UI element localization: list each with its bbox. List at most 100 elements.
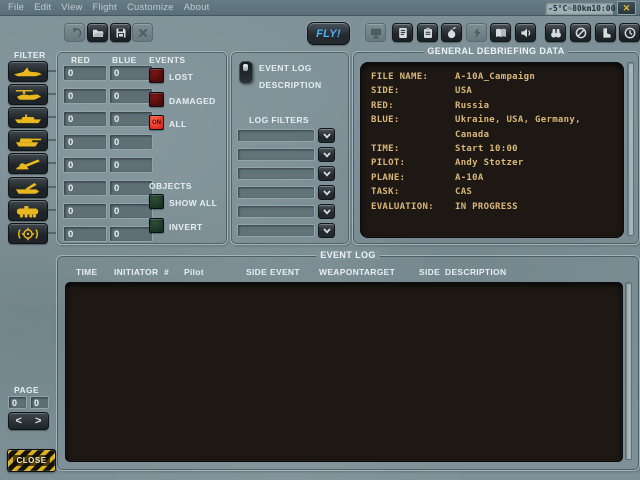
log-filter-select-4[interactable] [237, 186, 315, 199]
restrict-button[interactable] [570, 23, 591, 42]
objects-invert-toggle[interactable] [149, 218, 164, 233]
col-initiator: INITIATOR [114, 267, 158, 277]
objects-invert-label: INVERT [169, 222, 203, 232]
log-filter-dropdown-button-6[interactable] [318, 223, 335, 238]
event-log-title: EVENT LOG [316, 250, 380, 260]
save-icon [115, 27, 127, 39]
blue-count-field: 0 [109, 180, 153, 196]
connector-tick [48, 162, 56, 164]
weather-status-display: -5°C☼80km10:00 [545, 2, 613, 14]
filter-artillery-button[interactable] [8, 153, 48, 174]
red-counts-column: 0 0 0 0 0 0 0 0 [63, 65, 107, 242]
debrief-scrollbar[interactable] [627, 62, 634, 236]
filter-air-defence-button[interactable] [8, 177, 48, 198]
log-filter-dropdown-button-2[interactable] [318, 147, 335, 162]
save-file-button[interactable] [110, 23, 131, 42]
view-mode-toggle[interactable] [239, 61, 253, 84]
col-side-2: SIDE [419, 267, 440, 277]
connector-tick [48, 93, 56, 95]
objects-show-all-toggle[interactable] [149, 194, 164, 209]
field-label: TASK: [371, 185, 455, 199]
col-side-1: SIDE [246, 267, 267, 277]
notes-button[interactable] [392, 23, 413, 42]
field-value: A-10A_Campaign [455, 70, 535, 84]
description-mode-label: DESCRIPTION [259, 80, 322, 90]
events-lost-toggle[interactable] [149, 68, 164, 83]
page-nav: < > [8, 412, 49, 430]
event-log-scrollbar[interactable] [625, 282, 632, 460]
filter-target-button[interactable] [8, 223, 48, 244]
events-all-state: ON [152, 120, 161, 126]
field-value: Start 10:00 [455, 142, 518, 156]
filter-ship-button[interactable] [8, 107, 48, 128]
red-count-field: 0 [63, 88, 107, 104]
log-filter-dropdown-button-4[interactable] [318, 185, 335, 200]
menu-edit[interactable]: Edit [29, 2, 56, 13]
temperature-value: -5°C [548, 4, 567, 13]
bomb-icon [446, 27, 458, 39]
field-value: IN PROGRESS [455, 200, 518, 214]
events-all-toggle[interactable]: ON [149, 115, 164, 130]
debrief-row: TASK:CAS [371, 185, 617, 199]
target-icon [12, 227, 44, 241]
open-file-button[interactable] [87, 23, 108, 42]
filter-tank-button[interactable] [8, 130, 48, 151]
ship-icon [12, 111, 44, 125]
fly-button[interactable]: FLY! [307, 22, 350, 45]
close-button[interactable]: CLOSE [7, 449, 56, 472]
log-filter-dropdown-button-1[interactable] [318, 128, 335, 143]
lightning-icon [471, 27, 483, 39]
connector-tick [48, 70, 56, 72]
log-filter-dropdown-button-5[interactable] [318, 204, 335, 219]
log-filter-select-1[interactable] [237, 129, 315, 142]
filter-train-button[interactable] [8, 200, 48, 221]
blue-count-field: 0 [109, 65, 153, 81]
events-damaged-toggle[interactable] [149, 92, 164, 107]
debrief-row: SIDE:USA [371, 84, 617, 98]
bomb-button[interactable] [441, 23, 462, 42]
briefing-button[interactable] [417, 23, 438, 42]
connector-tick [48, 139, 56, 141]
page-prev-button[interactable]: < [9, 413, 29, 429]
objects-show-all-label: SHOW ALL [169, 198, 217, 208]
red-count-field: 0 [63, 134, 107, 150]
log-filter-dropdown-button-3[interactable] [318, 166, 335, 181]
log-filters-panel: EVENT LOG DESCRIPTION LOG FILTERS [230, 51, 350, 245]
window-close-button[interactable]: ✕ [617, 1, 636, 15]
book-button[interactable] [490, 23, 511, 42]
time-button[interactable] [619, 23, 640, 42]
objects-section-label: OBJECTS [149, 181, 192, 191]
menu-view[interactable]: View [56, 2, 87, 13]
menu-file[interactable]: File [3, 2, 29, 13]
menu-bar: File Edit View Flight Customize About [0, 0, 640, 16]
connector-tick [48, 209, 56, 211]
filter-helicopter-button[interactable] [8, 84, 48, 105]
events-section-label: EVENTS [149, 55, 185, 65]
menu-about[interactable]: About [179, 2, 215, 13]
debrief-row: EVALUATION:IN PROGRESS [371, 200, 617, 214]
page-left-field: 0 [8, 396, 27, 409]
debrief-row: TIME:Start 10:00 [371, 142, 617, 156]
red-count-field: 0 [63, 226, 107, 242]
page-right-field: 0 [30, 396, 49, 409]
menu-flight[interactable]: Flight [88, 2, 122, 13]
log-filter-select-6[interactable] [237, 224, 315, 237]
filter-fighter-button[interactable] [8, 61, 48, 82]
no-entry-icon [575, 27, 587, 39]
close-file-icon [137, 27, 149, 39]
undo-button [64, 23, 85, 42]
log-filter-select-3[interactable] [237, 167, 315, 180]
log-filters-label: LOG FILTERS [249, 115, 309, 125]
field-label: PILOT: [371, 156, 455, 170]
log-filter-select-5[interactable] [237, 205, 315, 218]
menu-customize[interactable]: Customize [122, 2, 179, 13]
log-filter-select-2[interactable] [237, 148, 315, 161]
blue-count-field: 0 [109, 203, 153, 219]
field-label: RED: [371, 99, 455, 113]
boot-button[interactable] [595, 23, 616, 42]
search-units-button[interactable] [545, 23, 566, 42]
red-column-label: RED [71, 55, 90, 65]
artillery-icon [12, 157, 44, 171]
page-next-button[interactable]: > [29, 413, 49, 429]
sound-button[interactable] [515, 23, 536, 42]
